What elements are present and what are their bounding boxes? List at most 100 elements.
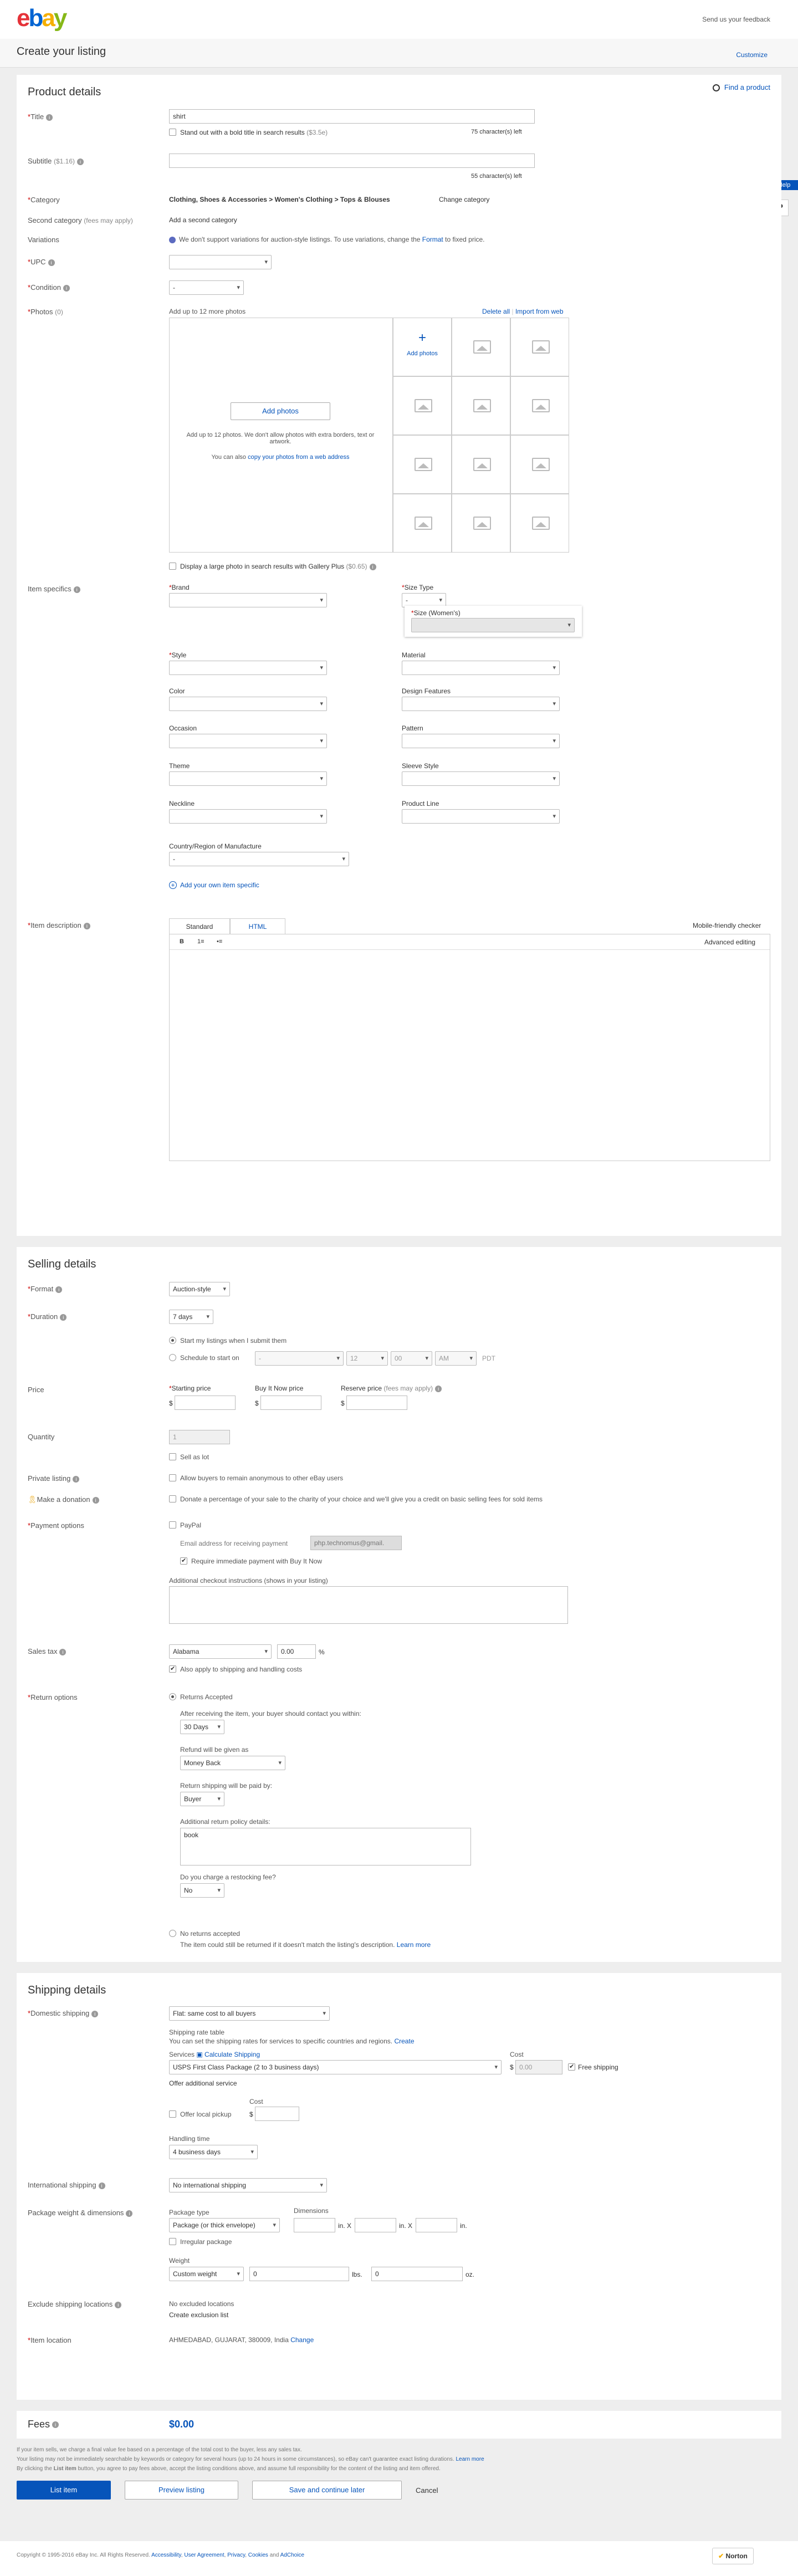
quantity-input[interactable]: 1 xyxy=(169,1430,230,1444)
brand-select[interactable] xyxy=(169,593,327,607)
private-listing-checkbox[interactable] xyxy=(169,1474,176,1481)
pickup-cost-input[interactable] xyxy=(255,2107,299,2121)
neckline-select[interactable] xyxy=(169,809,327,824)
package-type-select[interactable]: Package (or thick envelope) xyxy=(169,2218,280,2232)
weight-lbs-input[interactable]: 0 xyxy=(249,2267,349,2281)
buy-now-input[interactable] xyxy=(260,1396,321,1410)
bullet-list-tool[interactable]: •≡ xyxy=(217,938,222,945)
preview-listing-button[interactable]: Preview listing xyxy=(125,2481,238,2500)
cancel-link[interactable]: Cancel xyxy=(416,2486,438,2495)
add-specific-link[interactable]: Add your own item specific xyxy=(180,881,259,889)
sell-as-lot-checkbox[interactable] xyxy=(169,1453,176,1460)
schedule-minute-select[interactable]: 00 xyxy=(391,1351,432,1366)
schedule-date-select[interactable]: - xyxy=(255,1351,344,1366)
handling-time-select[interactable]: 4 business days xyxy=(169,2145,258,2159)
add-photos-tile[interactable]: + Add photos xyxy=(393,318,452,376)
user-agreement-link[interactable]: User Agreement xyxy=(184,2552,224,2558)
refund-select[interactable]: Money Back xyxy=(180,1756,285,1770)
photo-slot[interactable] xyxy=(393,376,452,435)
weight-oz-input[interactable]: 0 xyxy=(371,2267,463,2281)
irregular-package-checkbox[interactable] xyxy=(169,2238,176,2245)
condition-select[interactable]: - xyxy=(169,280,244,295)
no-returns-radio[interactable] xyxy=(169,1930,176,1937)
photo-slot[interactable] xyxy=(393,494,452,553)
tax-shipping-checkbox[interactable] xyxy=(169,1665,176,1673)
offer-additional-service-link[interactable]: Offer additional service xyxy=(169,2079,237,2087)
tax-rate-input[interactable]: 0.00 xyxy=(277,1644,316,1659)
tab-standard[interactable]: Standard xyxy=(169,918,230,934)
add-photos-button[interactable]: Add photos xyxy=(231,402,330,420)
width-input[interactable] xyxy=(355,2218,396,2232)
subtitle-input[interactable] xyxy=(169,154,535,168)
domestic-shipping-select[interactable]: Flat: same cost to all buyers xyxy=(169,2006,330,2021)
numbered-list-tool[interactable]: 1≡ xyxy=(197,938,204,945)
international-shipping-select[interactable]: No international shipping xyxy=(169,2178,327,2192)
color-select[interactable] xyxy=(169,697,327,711)
length-input[interactable] xyxy=(294,2218,335,2232)
gallery-plus-checkbox[interactable] xyxy=(169,563,176,570)
photo-slot[interactable] xyxy=(393,435,452,494)
mobile-checker-link[interactable]: Mobile-friendly checker xyxy=(693,922,761,929)
title-input[interactable]: shirt xyxy=(169,109,535,124)
weight-select[interactable]: Custom weight xyxy=(169,2267,244,2281)
country-select[interactable]: - xyxy=(169,852,349,866)
description-editor[interactable]: B 1≡ •≡ Advanced editing xyxy=(169,934,770,1161)
customize-link[interactable]: Customize xyxy=(736,51,768,59)
format-select[interactable]: Auction-style xyxy=(169,1282,230,1296)
photo-slot[interactable] xyxy=(452,318,510,376)
schedule-ampm-select[interactable]: AM xyxy=(435,1351,477,1366)
height-input[interactable] xyxy=(416,2218,457,2232)
product-line-select[interactable] xyxy=(402,809,560,824)
theme-select[interactable] xyxy=(169,771,327,786)
photo-slot[interactable] xyxy=(510,318,569,376)
learn-more-link[interactable]: Learn more xyxy=(456,2456,484,2462)
photo-slot[interactable] xyxy=(510,494,569,553)
service-select[interactable]: USPS First Class Package (2 to 3 busines… xyxy=(169,2060,502,2074)
advanced-editing-link[interactable]: Advanced editing xyxy=(704,938,755,946)
tax-state-select[interactable]: Alabama xyxy=(169,1644,272,1659)
adchoice-link[interactable]: AdChoice xyxy=(280,2552,304,2558)
import-web-link[interactable]: Import from web xyxy=(515,308,564,315)
list-item-button[interactable]: List item xyxy=(17,2481,111,2500)
start-immediately-radio[interactable] xyxy=(169,1337,176,1344)
bold-title-checkbox[interactable] xyxy=(169,129,176,136)
duration-select[interactable]: 7 days xyxy=(169,1310,213,1324)
tab-html[interactable]: HTML xyxy=(230,918,285,934)
schedule-radio[interactable] xyxy=(169,1354,176,1361)
material-select[interactable] xyxy=(402,661,560,675)
change-category-link[interactable]: Change category xyxy=(439,196,489,203)
photo-slot[interactable] xyxy=(510,435,569,494)
pattern-select[interactable] xyxy=(402,734,560,748)
checkout-instructions-input[interactable] xyxy=(169,1586,568,1624)
bold-tool[interactable]: B xyxy=(180,938,184,945)
design-select[interactable] xyxy=(402,697,560,711)
return-paid-select[interactable]: Buyer xyxy=(180,1792,224,1806)
create-exclusion-link[interactable]: Create exclusion list xyxy=(169,2311,228,2319)
cookies-link[interactable]: Cookies xyxy=(248,2552,268,2558)
find-product[interactable]: Find a product xyxy=(712,83,770,92)
photo-dropzone[interactable]: Add photos Add up to 12 photos. We don't… xyxy=(169,318,393,553)
add-specific[interactable]: + Add your own item specific xyxy=(169,881,259,889)
add-second-category-link[interactable]: Add a second category xyxy=(169,216,237,224)
privacy-link[interactable]: Privacy xyxy=(227,2552,245,2558)
save-continue-button[interactable]: Save and continue later xyxy=(252,2481,402,2500)
restocking-select[interactable]: No xyxy=(180,1883,224,1898)
email-input[interactable]: php.technomus@gmail. xyxy=(310,1536,402,1550)
paypal-checkbox[interactable] xyxy=(169,1521,176,1529)
calculate-shipping-link[interactable]: Calculate Shipping xyxy=(204,2051,260,2058)
format-link[interactable]: Format xyxy=(422,236,443,243)
learn-more-link[interactable]: Learn more xyxy=(397,1941,431,1949)
reserve-input[interactable] xyxy=(346,1396,407,1410)
ebay-logo[interactable]: ebay xyxy=(17,4,67,32)
accessibility-link[interactable]: Accessibility xyxy=(151,2552,181,2558)
local-pickup-checkbox[interactable] xyxy=(169,2110,176,2118)
cost-input[interactable]: 0.00 xyxy=(515,2060,562,2074)
copy-photos-link[interactable]: copy your photos from a web address xyxy=(248,454,349,461)
photo-slot[interactable] xyxy=(452,376,510,435)
upc-select[interactable] xyxy=(169,255,272,269)
immediate-payment-checkbox[interactable] xyxy=(180,1557,187,1565)
starting-price-input[interactable] xyxy=(175,1396,236,1410)
find-product-link[interactable]: Find a product xyxy=(724,83,770,91)
photo-slot[interactable] xyxy=(452,494,510,553)
photo-slot[interactable] xyxy=(510,376,569,435)
